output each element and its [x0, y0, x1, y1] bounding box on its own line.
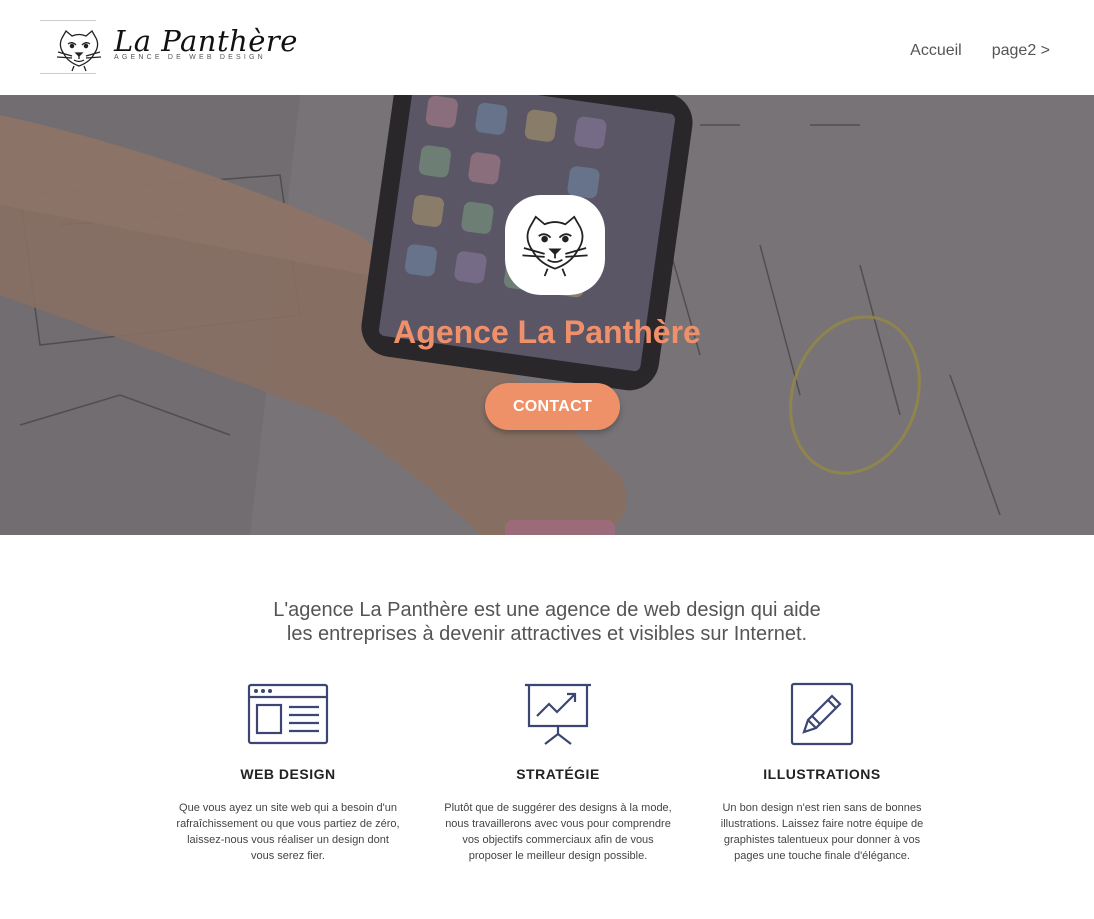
panther-icon — [522, 215, 588, 277]
hero-section: Agence La Panthère CONTACT — [0, 95, 1094, 535]
hero-logo-badge — [505, 195, 605, 295]
feature-web-design: WEB DESIGN Que vous ayez un site web qui… — [168, 680, 408, 864]
brand-name: La Panthère — [114, 24, 298, 58]
hero-title: Agence La Panthère — [393, 314, 701, 350]
feature-description: Que vous ayez un site web qui a besoin d… — [176, 802, 400, 862]
intro-text: L'agence La Panthère est une agence de w… — [0, 598, 1094, 646]
feature-title: STRATÉGIE — [516, 766, 600, 782]
panther-icon — [56, 30, 102, 72]
feature-description: Plutôt que de suggérer des designs à la … — [444, 802, 672, 862]
browser-window-icon — [247, 683, 329, 745]
feature-strategie: STRATÉGIE Plutôt que de suggérer des des… — [438, 680, 678, 864]
main-nav: Accueil page2 > — [910, 42, 1050, 60]
presentation-chart-icon — [525, 683, 591, 745]
nav-item-page2[interactable]: page2 > — [992, 42, 1050, 60]
brand-tagline: AGENCE DE WEB DESIGN — [114, 54, 266, 61]
brand-logo[interactable]: La Panthère AGENCE DE WEB DESIGN — [40, 20, 297, 76]
feature-illustrations: ILLUSTRATIONS Un bon design n'est rien s… — [702, 680, 942, 864]
intro-line-2: les entreprises à devenir attractives et… — [286, 623, 808, 645]
site-header: La Panthère AGENCE DE WEB DESIGN Accueil… — [0, 0, 1094, 95]
feature-title: WEB DESIGN — [240, 766, 336, 782]
nav-item-accueil[interactable]: Accueil — [910, 42, 962, 60]
contact-button[interactable]: CONTACT — [485, 383, 620, 430]
feature-title: ILLUSTRATIONS — [763, 766, 881, 782]
intro-line-1: L'agence La Panthère est une agence de w… — [273, 599, 821, 621]
pencil-square-icon — [790, 682, 854, 746]
feature-description: Un bon design n'est rien sans de bonnes … — [720, 802, 924, 862]
